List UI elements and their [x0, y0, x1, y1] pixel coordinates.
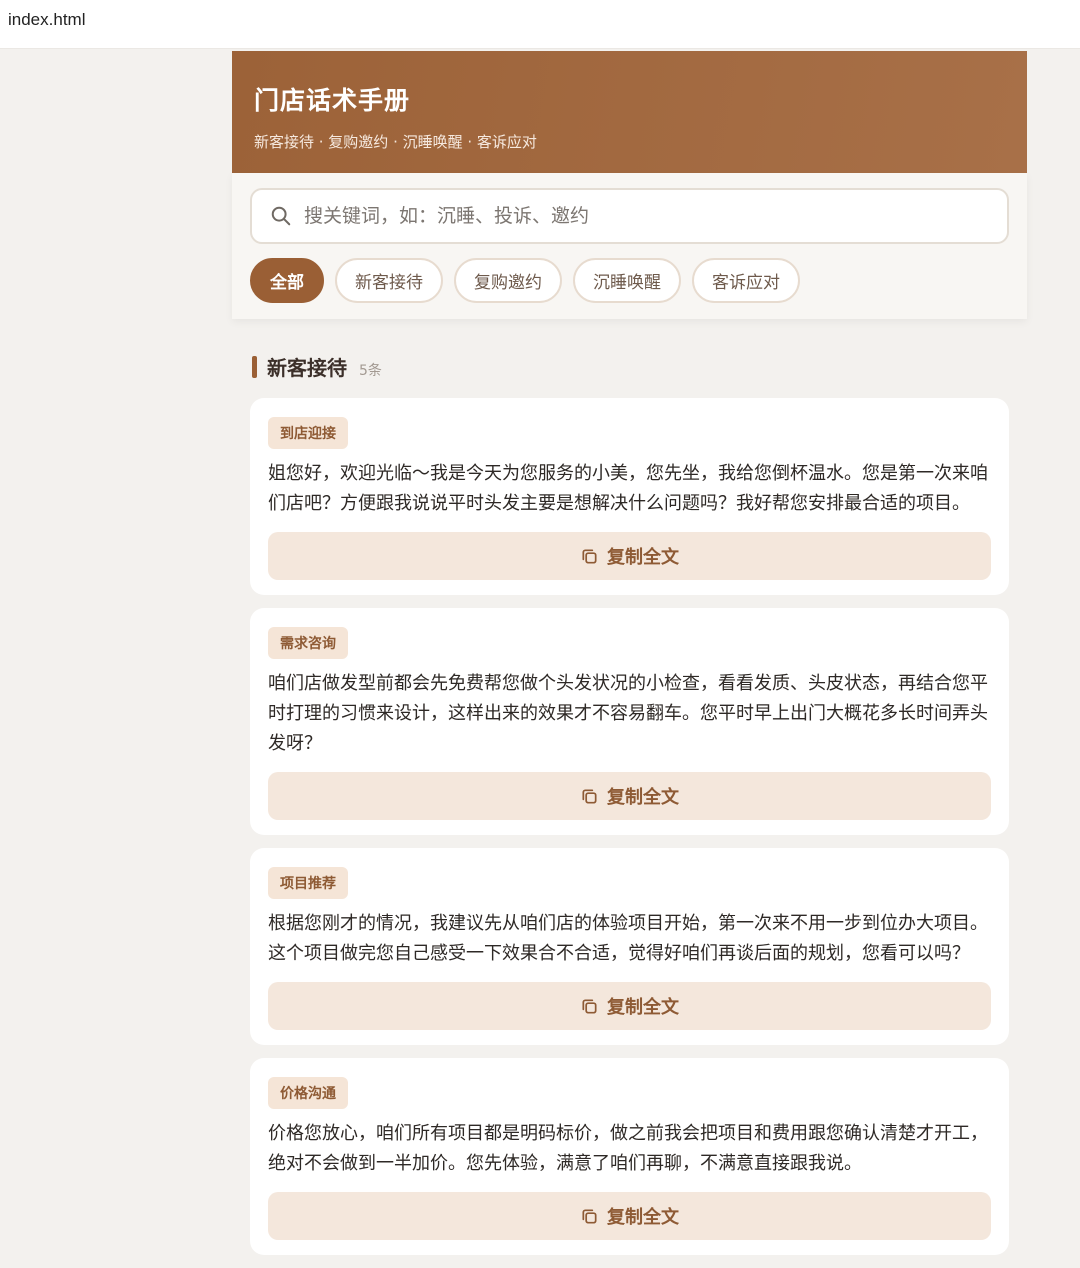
script-card: 到店迎接 姐您好，欢迎光临～我是今天为您服务的小美，您先坐，我给您倒杯温水。您是… [250, 398, 1009, 595]
page-container: 门店话术手册 新客接待 · 复购邀约 · 沉睡唤醒 · 客诉应对 全部 新客接待… [232, 51, 1027, 1268]
copy-all-label: 复制全文 [607, 997, 679, 1018]
browser-tab-bar: index.html [0, 0, 1080, 49]
copy-icon [582, 788, 597, 804]
page-subtitle: 新客接待 · 复购邀约 · 沉睡唤醒 · 客诉应对 [254, 133, 537, 151]
script-text: 姐您好，欢迎光临～我是今天为您服务的小美，您先坐，我给您倒杯温水。您是第一次来咱… [268, 463, 988, 514]
filter-toolbar: 全部 新客接待 复购邀约 沉睡唤醒 客诉应对 [232, 173, 1027, 319]
copy-all-button[interactable]: 复制全文 [268, 1192, 991, 1240]
script-tag: 项目推荐 [268, 867, 348, 899]
section-title: 新客接待 [267, 356, 347, 380]
section-header: 新客接待 5条 [252, 352, 1027, 381]
script-tag: 到店迎接 [268, 417, 348, 449]
script-text: 根据您刚才的情况，我建议先从咱们店的体验项目开始，第一次来不用一步到位办大项目。… [268, 913, 988, 964]
script-list: 到店迎接 姐您好，欢迎光临～我是今天为您服务的小美，您先坐，我给您倒杯温水。您是… [250, 398, 1009, 1255]
copy-all-label: 复制全文 [607, 547, 679, 568]
category-tabs: 全部 新客接待 复购邀约 沉睡唤醒 客诉应对 [250, 258, 1009, 303]
script-text: 价格您放心，咱们所有项目都是明码标价，做之前我会把项目和费用跟您确认清楚才开工，… [268, 1123, 988, 1174]
search-box[interactable] [250, 188, 1009, 244]
section-accent-bar [252, 355, 257, 378]
script-tag: 需求咨询 [268, 627, 348, 659]
copy-all-button[interactable]: 复制全文 [268, 772, 991, 820]
search-input[interactable] [304, 205, 1007, 227]
page-title: 门店话术手册 [254, 86, 411, 115]
script-card: 需求咨询 咱们店做发型前都会先免费帮您做个头发状况的小检查，看看发质、头皮状态，… [250, 608, 1009, 835]
tab-repurchase[interactable]: 复购邀约 [454, 258, 562, 303]
script-card: 价格沟通 价格您放心，咱们所有项目都是明码标价，做之前我会把项目和费用跟您确认清… [250, 1058, 1009, 1255]
copy-icon [582, 1208, 597, 1224]
tab-new-customer[interactable]: 新客接待 [335, 258, 443, 303]
tab-all[interactable]: 全部 [250, 258, 324, 303]
header-banner: 门店话术手册 新客接待 · 复购邀约 · 沉睡唤醒 · 客诉应对 [232, 51, 1027, 173]
copy-icon [582, 998, 597, 1014]
section-count: 5条 [359, 363, 382, 379]
copy-all-button[interactable]: 复制全文 [268, 532, 991, 580]
copy-icon [582, 548, 597, 564]
search-icon [271, 206, 291, 226]
script-text: 咱们店做发型前都会先免费帮您做个头发状况的小检查，看看发质、头皮状态，再结合您平… [268, 673, 988, 754]
file-name: index.html [8, 10, 86, 29]
copy-all-label: 复制全文 [607, 787, 679, 808]
copy-all-button[interactable]: 复制全文 [268, 982, 991, 1030]
script-card: 项目推荐 根据您刚才的情况，我建议先从咱们店的体验项目开始，第一次来不用一步到位… [250, 848, 1009, 1045]
tab-dormant-wakeup[interactable]: 沉睡唤醒 [573, 258, 681, 303]
tab-complaint[interactable]: 客诉应对 [692, 258, 800, 303]
copy-all-label: 复制全文 [607, 1207, 679, 1228]
script-tag: 价格沟通 [268, 1077, 348, 1109]
